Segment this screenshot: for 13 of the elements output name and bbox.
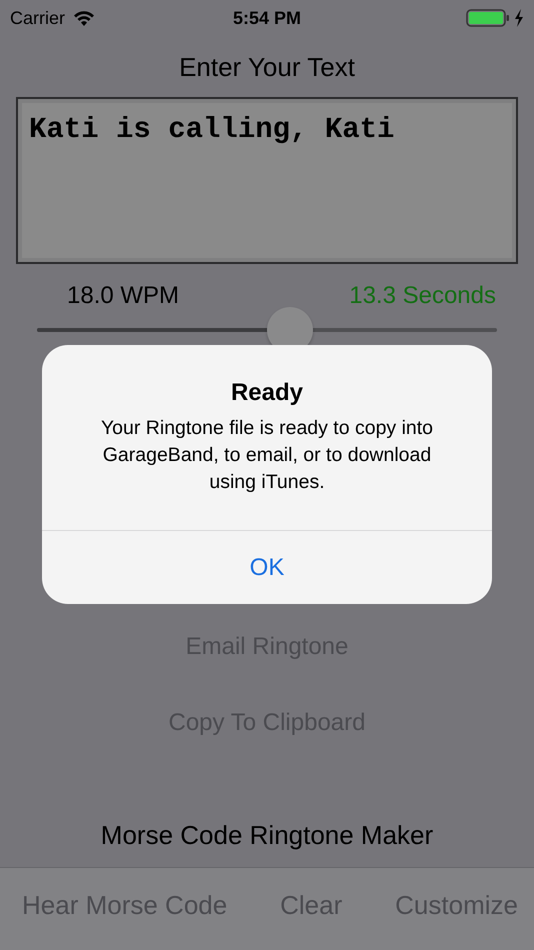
clock-time: 5:54 PM: [232, 8, 302, 28]
ok-button[interactable]: OK: [42, 531, 492, 604]
alert-message: Your Ringtone file is ready to copy into GarageBand, to email, or to download using iTunes.: [100, 416, 434, 495]
text-input-field[interactable]: Kati is calling, Kati: [16, 97, 518, 264]
charging-bolt-icon: [514, 9, 524, 27]
carrier-label: Carrier: [10, 8, 66, 28]
wifi-icon: [73, 10, 96, 26]
battery-icon: [466, 9, 510, 27]
section-title: Enter Your Text: [179, 52, 355, 83]
speed-label: 18.0 WPM: [67, 282, 180, 310]
app-name: Morse Code Ringtone Maker: [100, 820, 434, 851]
alert-title: Ready: [230, 379, 304, 407]
duration-label: 13.3 Seconds: [349, 282, 496, 310]
